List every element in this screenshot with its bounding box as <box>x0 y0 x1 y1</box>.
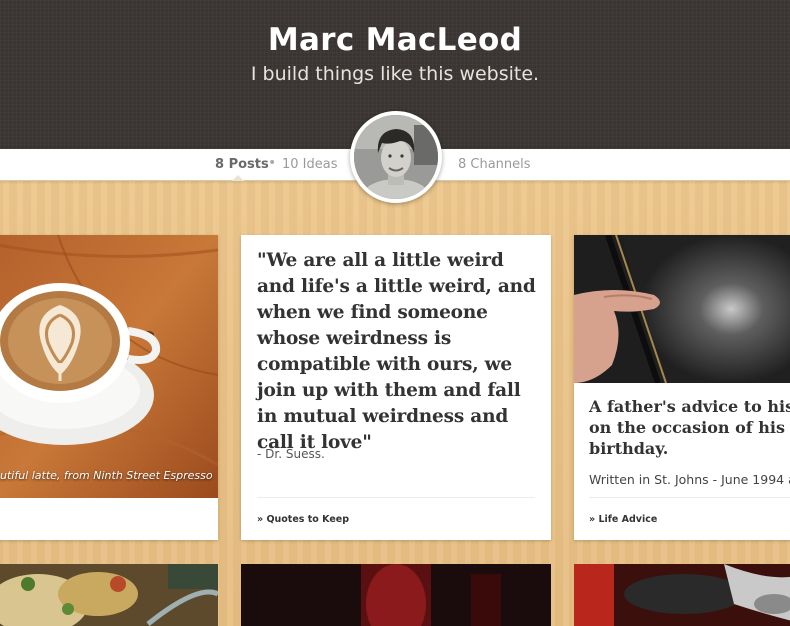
quote-author: - Dr. Suess. <box>257 447 325 461</box>
post-title-line: on the occasion of his 21s <box>589 418 790 437</box>
post-card-red-photo[interactable] <box>574 564 790 626</box>
red-object-photo <box>574 564 790 626</box>
post-title-line: A father's advice to his eld <box>589 397 790 416</box>
post-card-dark-photo[interactable] <box>241 564 551 626</box>
post-title-line: birthday. <box>589 439 669 458</box>
channel-link-life-advice[interactable]: » Life Advice <box>589 514 657 525</box>
post-card-salad[interactable] <box>0 564 218 626</box>
post-title: A father's advice to his eld on the occa… <box>589 396 790 459</box>
photo-caption: utiful latte, from Ninth Street Espresso <box>0 469 213 482</box>
active-tab-caret <box>232 175 244 181</box>
quote-text: "We are all a little weird and life's a … <box>257 250 536 453</box>
profile-tagline: I build things like this website. <box>250 63 540 85</box>
card-divider <box>257 497 535 498</box>
post-card-latte[interactable]: utiful latte, from Ninth Street Espresso <box>0 235 218 540</box>
stat-posts-tab[interactable]: 8 Posts <box>215 157 269 172</box>
card-divider <box>589 497 790 498</box>
stat-channels-tab[interactable]: 8 Channels <box>458 157 531 172</box>
latte-photo <box>0 235 218 498</box>
channel-link-quotes-to-keep[interactable]: » Quotes to Keep <box>257 514 349 525</box>
avatar[interactable] <box>350 111 442 203</box>
salad-photo <box>0 564 218 626</box>
profile-name[interactable]: Marc MacLeod <box>0 22 790 58</box>
notebook-photo <box>574 235 790 383</box>
stat-ideas-tab[interactable]: 10 Ideas <box>282 157 338 172</box>
post-card-quote[interactable]: "We are all a little weird and life's a … <box>241 235 551 540</box>
avatar-photo <box>354 115 438 199</box>
post-card-father-advice[interactable]: A father's advice to his eld on the occa… <box>574 235 790 540</box>
dark-red-photo <box>241 564 551 626</box>
post-meta: Written in St. Johns - June 1994 a <box>589 472 790 487</box>
stat-separator: • <box>268 155 277 171</box>
